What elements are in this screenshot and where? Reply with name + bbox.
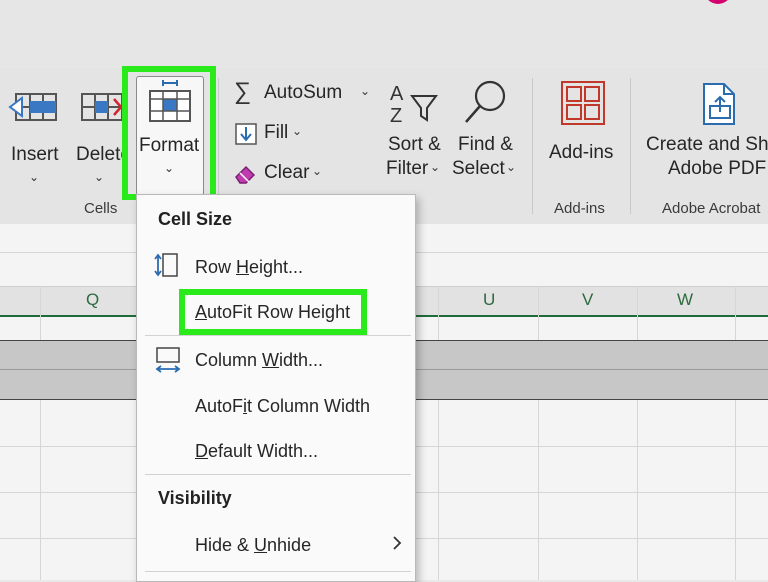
clear-eraser-icon (235, 165, 256, 184)
column-divider (637, 286, 638, 580)
column-divider (538, 286, 539, 580)
menu-separator (145, 571, 411, 572)
svg-text:Z: Z (390, 105, 402, 127)
account-avatar[interactable] (704, 0, 732, 4)
group-separator (630, 78, 631, 214)
find-magnifier-icon (465, 80, 506, 123)
create-pdf-line2: Adobe PDF (668, 158, 767, 179)
format-highlight-box (122, 66, 216, 200)
menu-separator (145, 335, 411, 336)
create-pdf-icon (703, 83, 735, 125)
find-select-line2: Select (452, 158, 505, 179)
clear-chevron-icon: ⌄ (312, 164, 323, 178)
menu-item-autofit-column-width[interactable]: AutoFit Column Width (195, 396, 370, 417)
menu-item-column-width[interactable]: Column Width... (195, 350, 323, 371)
sort-filter-button[interactable]: A Z Sort & Filter ⌄ (382, 76, 446, 196)
autofit-row-height-highlight-box (179, 289, 367, 335)
column-header-v[interactable]: V (582, 290, 593, 310)
clear-button[interactable]: Clear ⌄ (230, 160, 330, 188)
autosum-chevron-icon: ⌄ (360, 84, 371, 98)
column-header-u[interactable]: U (483, 290, 495, 310)
visibility-heading: Visibility (158, 488, 232, 508)
autosum-icon: ∑ (234, 78, 252, 105)
autosum-label: AutoSum (264, 82, 343, 103)
adobe-group-label: Adobe Acrobat (662, 200, 761, 217)
addins-group-label: Add-ins (554, 200, 605, 217)
cell-size-heading: Cell Size (158, 209, 233, 229)
menu-item-hide-unhide[interactable]: Hide & Unhide (195, 535, 311, 556)
row-height-icon (154, 253, 178, 277)
cells-group-label: Cells (84, 200, 118, 217)
insert-cells-icon (8, 93, 57, 121)
addins-button[interactable]: Add-ins (544, 76, 620, 196)
title-bar (0, 0, 768, 68)
menu-separator (145, 474, 411, 475)
insert-button[interactable]: Insert ⌄ (4, 76, 64, 196)
menu-item-default-width[interactable]: Default Width... (195, 441, 318, 462)
addins-label: Add-ins (549, 142, 614, 163)
column-divider (735, 286, 736, 580)
menu-item-row-height[interactable]: Row Height... (195, 257, 303, 278)
find-select-button[interactable]: Find & Select ⌄ (450, 76, 522, 196)
sort-filter-chevron-icon: ⌄ (430, 160, 441, 174)
delete-button[interactable]: Delete ⌄ (72, 76, 128, 196)
sort-filter-line2: Filter (386, 158, 429, 179)
column-divider (40, 286, 41, 580)
insert-chevron-icon: ⌄ (29, 170, 40, 184)
create-pdf-line1: Create and Sha (646, 134, 768, 155)
sort-filter-line1: Sort & (388, 134, 441, 155)
column-header-q[interactable]: Q (86, 290, 99, 310)
fill-label: Fill (264, 122, 289, 143)
group-separator (532, 78, 533, 214)
svg-text:A: A (390, 83, 404, 105)
clear-label: Clear (264, 162, 310, 183)
submenu-arrow-icon (393, 536, 402, 550)
autosum-button[interactable]: ∑ AutoSum ⌄ (230, 78, 374, 108)
fill-down-icon (235, 123, 257, 145)
addins-grid-icon (561, 81, 605, 125)
delete-label: Delete (76, 144, 128, 165)
delete-chevron-icon: ⌄ (94, 170, 105, 184)
find-select-line1: Find & (458, 134, 513, 155)
column-header-w[interactable]: W (677, 290, 693, 310)
column-width-icon (155, 347, 181, 373)
fill-chevron-icon: ⌄ (292, 124, 303, 138)
delete-cells-icon (81, 93, 128, 121)
insert-label: Insert (11, 144, 59, 165)
fill-button[interactable]: Fill ⌄ (230, 120, 320, 148)
find-select-chevron-icon: ⌄ (506, 160, 517, 174)
column-divider (438, 286, 439, 580)
sort-filter-icon: A Z (390, 83, 438, 127)
format-dropdown-menu: Cell Size Row Height... AutoFit Row Heig… (136, 194, 416, 582)
create-pdf-button[interactable]: Create and Sha Adobe PDF (640, 76, 768, 196)
